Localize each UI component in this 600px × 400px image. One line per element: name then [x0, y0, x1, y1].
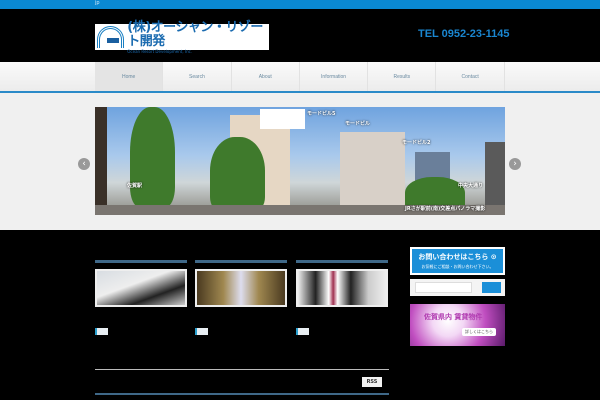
top-bar-text: jp: [95, 0, 100, 6]
keyboard-image[interactable]: [95, 269, 187, 307]
divider: [95, 393, 389, 395]
slide-label: モードビル: [345, 121, 371, 127]
search-widget: [410, 279, 505, 296]
logo-text-en: Ocean Resort Development, Inc.: [127, 48, 193, 54]
nav-contact[interactable]: Contact: [436, 62, 505, 91]
nav-information[interactable]: Information: [300, 62, 369, 91]
slide-label: モードビル5: [307, 111, 336, 117]
divider: [95, 369, 389, 370]
logo-mark-icon: [97, 26, 125, 48]
rental-banner[interactable]: 佐賀県内 賃貸物件 詳しくはこちら: [410, 304, 505, 346]
header: [0, 9, 600, 62]
slide-label: 佐賀駅: [127, 183, 143, 189]
slide-label: モードビル2: [402, 140, 431, 146]
rss-button[interactable]: RSS: [362, 377, 382, 387]
search-input[interactable]: [415, 282, 472, 293]
nav-about[interactable]: About: [232, 62, 300, 91]
businessman-image[interactable]: [296, 269, 388, 307]
slider-next-arrow-icon[interactable]: ›: [509, 158, 521, 170]
banner-title: 佐賀県内 賃貸物件: [424, 313, 483, 321]
slide-label: 中央大通り: [458, 183, 484, 189]
banner-button[interactable]: 詳しくはこちら: [462, 328, 496, 336]
read-more-button[interactable]: [95, 328, 108, 335]
slider-image[interactable]: モードビル5 モードビル モードビル2 佐賀駅 中央大通り JRさが駅前(南)交…: [95, 107, 505, 215]
nav-results[interactable]: Results: [368, 62, 437, 91]
phone-number: TEL 0952-23-1145: [418, 28, 510, 40]
search-button[interactable]: [482, 282, 501, 293]
read-more-button[interactable]: [296, 328, 309, 335]
nav-home[interactable]: Home: [95, 62, 164, 91]
main-nav: Home Search About Information Results Co…: [0, 62, 600, 91]
read-more-button[interactable]: [195, 328, 208, 335]
logo-text-jp: (株)オーシャン・リゾート開発: [127, 19, 263, 49]
slider-prev-arrow-icon[interactable]: ‹: [78, 158, 90, 170]
contact-title: お問い合わせはこちら ⊙: [418, 253, 497, 261]
slide-label: JRさが駅前(南)交差点パノラマ撮影: [405, 206, 486, 212]
lobby-image[interactable]: [195, 269, 287, 307]
feature-column: [195, 260, 287, 335]
site-logo[interactable]: (株)オーシャン・リゾート開発 Ocean Resort Development,…: [95, 19, 269, 54]
contact-subtitle: お気軽にご相談・お問い合わせ下さい。: [421, 264, 494, 269]
feature-column: [296, 260, 388, 335]
contact-banner[interactable]: お問い合わせはこちら ⊙ お気軽にご相談・お問い合わせ下さい。: [410, 247, 505, 275]
feature-column: [95, 260, 187, 335]
top-bar: jp: [0, 0, 600, 9]
nav-search[interactable]: Search: [163, 62, 232, 91]
